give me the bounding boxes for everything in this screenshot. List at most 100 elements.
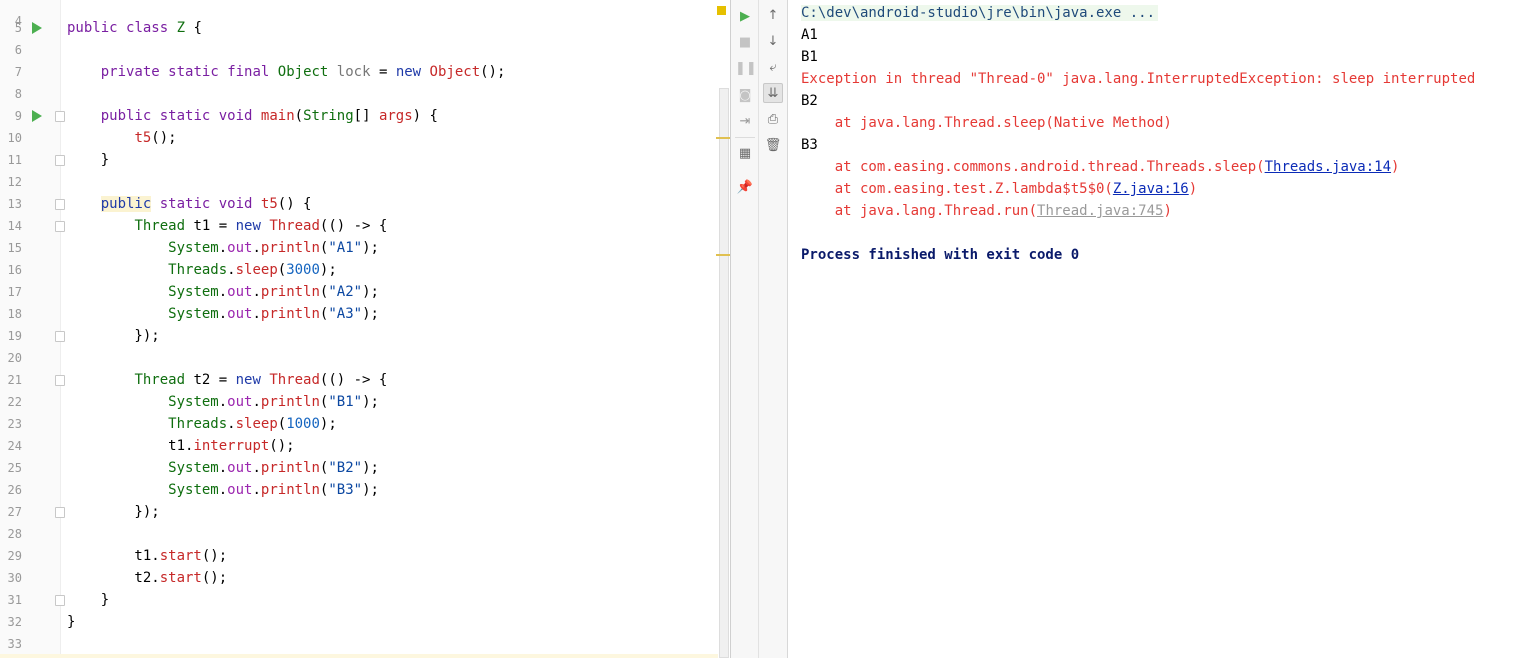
code-line[interactable]: 21 Thread t2 = new Thread(() -> {: [0, 369, 720, 391]
code-line[interactable]: 5 public class Z {: [0, 17, 720, 39]
code-editor[interactable]: 4 5 public class Z {6 7 private static fin…: [0, 0, 731, 658]
line-number: 24: [7, 439, 22, 453]
source-link[interactable]: Thread.java:745: [1037, 203, 1163, 219]
pause-icon[interactable]: ❚❚: [735, 59, 757, 79]
exit-icon[interactable]: ⇥: [735, 112, 755, 132]
code-token: ();: [480, 64, 506, 80]
code-line[interactable]: 9 public static void main(String[] args)…: [0, 105, 720, 127]
code-line[interactable]: 15 System.out.println("A1");: [0, 237, 720, 259]
code-line[interactable]: 27 });: [0, 501, 720, 523]
code-token: t1.: [67, 548, 160, 564]
code-line[interactable]: 24 t1.interrupt();: [0, 435, 720, 457]
code-token: () {: [277, 196, 312, 212]
editor-scrollbar-thumb[interactable]: [719, 88, 729, 658]
code-line[interactable]: 29 t1.start();: [0, 545, 720, 567]
editor-bottom-strip: [0, 654, 718, 658]
print-icon[interactable]: ⎙: [763, 110, 783, 130]
code-line[interactable]: 8: [0, 83, 720, 105]
rerun-icon[interactable]: ▶: [735, 7, 755, 27]
fold-marker-icon[interactable]: [55, 111, 65, 122]
code-line[interactable]: 11 }: [0, 149, 720, 171]
code-line[interactable]: 16 Threads.sleep(3000);: [0, 259, 720, 281]
code-token: 1000: [286, 416, 320, 432]
down-arrow-icon[interactable]: ↓: [763, 32, 783, 52]
error-stripe-marker[interactable]: [716, 137, 730, 139]
line-number: 5: [14, 21, 22, 35]
source-link[interactable]: Z.java:16: [1113, 181, 1189, 197]
line-number: 32: [7, 615, 22, 629]
stack-trace-line: at java.lang.Thread.run(Thread.java:745): [801, 200, 1172, 222]
line-number: 12: [7, 175, 22, 189]
code-token: public: [100, 196, 152, 212]
line-number: 14: [7, 219, 22, 233]
camera-icon[interactable]: ◙: [735, 86, 755, 106]
code-line[interactable]: 25 System.out.println("B2");: [0, 457, 720, 479]
stack-frame-text: at com.easing.commons.android.thread.Thr…: [801, 159, 1265, 175]
fold-marker-icon[interactable]: [55, 507, 65, 518]
soft-wrap-icon[interactable]: ⤶: [763, 58, 783, 78]
fold-marker-icon[interactable]: [55, 375, 65, 386]
code-line[interactable]: 17 System.out.println("A2");: [0, 281, 720, 303]
layout-icon[interactable]: ▦: [735, 144, 755, 164]
run-toolbar-right: ↑ ↓ ⤶ ⇊ ⎙ 🗑: [759, 0, 788, 658]
code-line[interactable]: 10 t5();: [0, 127, 720, 149]
pin-icon[interactable]: 📌: [735, 178, 755, 198]
code-line[interactable]: 26 System.out.println("B3");: [0, 479, 720, 501]
code-token: start: [159, 548, 202, 564]
error-stripe-marker[interactable]: [716, 254, 730, 256]
run-console[interactable]: C:\dev\android-studio\jre\bin\java.exe .…: [788, 0, 1537, 658]
code-token: void: [218, 196, 253, 212]
code-line[interactable]: 30 t2.start();: [0, 567, 720, 589]
line-number: 7: [14, 65, 22, 79]
line-number: 11: [7, 153, 22, 167]
fold-marker-icon[interactable]: [55, 199, 65, 210]
code-line[interactable]: 13 public static void t5() {: [0, 193, 720, 215]
code-line[interactable]: 31 }: [0, 589, 720, 611]
fold-marker-icon[interactable]: [55, 331, 65, 342]
code-line[interactable]: 14 Thread t1 = new Thread(() -> {: [0, 215, 720, 237]
stop-icon[interactable]: ■: [735, 33, 755, 53]
code-token: ();: [151, 130, 177, 146]
console-text[interactable]: C:\dev\android-studio\jre\bin\java.exe .…: [801, 5, 1159, 21]
trash-icon[interactable]: 🗑: [763, 136, 783, 156]
code-token: "B1": [328, 394, 363, 410]
scroll-to-end-icon[interactable]: ⇊: [763, 83, 783, 103]
run-gutter-icon[interactable]: [32, 22, 42, 34]
code-line[interactable]: 33: [0, 633, 720, 655]
code-line[interactable]: 6: [0, 39, 720, 61]
code-line[interactable]: 18 System.out.println("A3");: [0, 303, 720, 325]
line-number: 10: [7, 131, 22, 145]
code-line[interactable]: 19 });: [0, 325, 720, 347]
code-text: t1.start();: [67, 545, 227, 567]
code-line[interactable]: 12: [0, 171, 720, 193]
fold-marker-icon[interactable]: [55, 155, 65, 166]
source-link[interactable]: Threads.java:14: [1265, 159, 1391, 175]
fold-marker-icon[interactable]: [55, 221, 65, 232]
code-line[interactable]: 28: [0, 523, 720, 545]
code-text: System.out.println("B2");: [67, 457, 379, 479]
line-number: 8: [14, 87, 22, 101]
code-line[interactable]: 7 private static final Object lock = new…: [0, 61, 720, 83]
run-gutter-icon[interactable]: [32, 110, 42, 122]
code-line[interactable]: 20: [0, 347, 720, 369]
code-text: t2.start();: [67, 567, 227, 589]
console-text: B3: [801, 137, 818, 153]
code-text: }: [67, 149, 109, 171]
code-line[interactable]: 22 System.out.println("B1");: [0, 391, 720, 413]
up-arrow-icon[interactable]: ↑: [763, 6, 783, 26]
warning-indicator-icon[interactable]: [717, 6, 726, 15]
code-text: System.out.println("A2");: [67, 281, 379, 303]
code-token: );: [362, 460, 379, 476]
code-text: t1.interrupt();: [67, 435, 294, 457]
code-line[interactable]: 23 Threads.sleep(1000);: [0, 413, 720, 435]
code-token: });: [67, 504, 160, 520]
fold-marker-icon[interactable]: [55, 595, 65, 606]
exception-line: Exception in thread "Thread-0" java.lang…: [801, 68, 1475, 90]
code-token: out: [227, 306, 253, 322]
code-line[interactable]: 32}: [0, 611, 720, 633]
stack-trace-line: at java.lang.Thread.sleep(Native Method): [801, 112, 1172, 134]
